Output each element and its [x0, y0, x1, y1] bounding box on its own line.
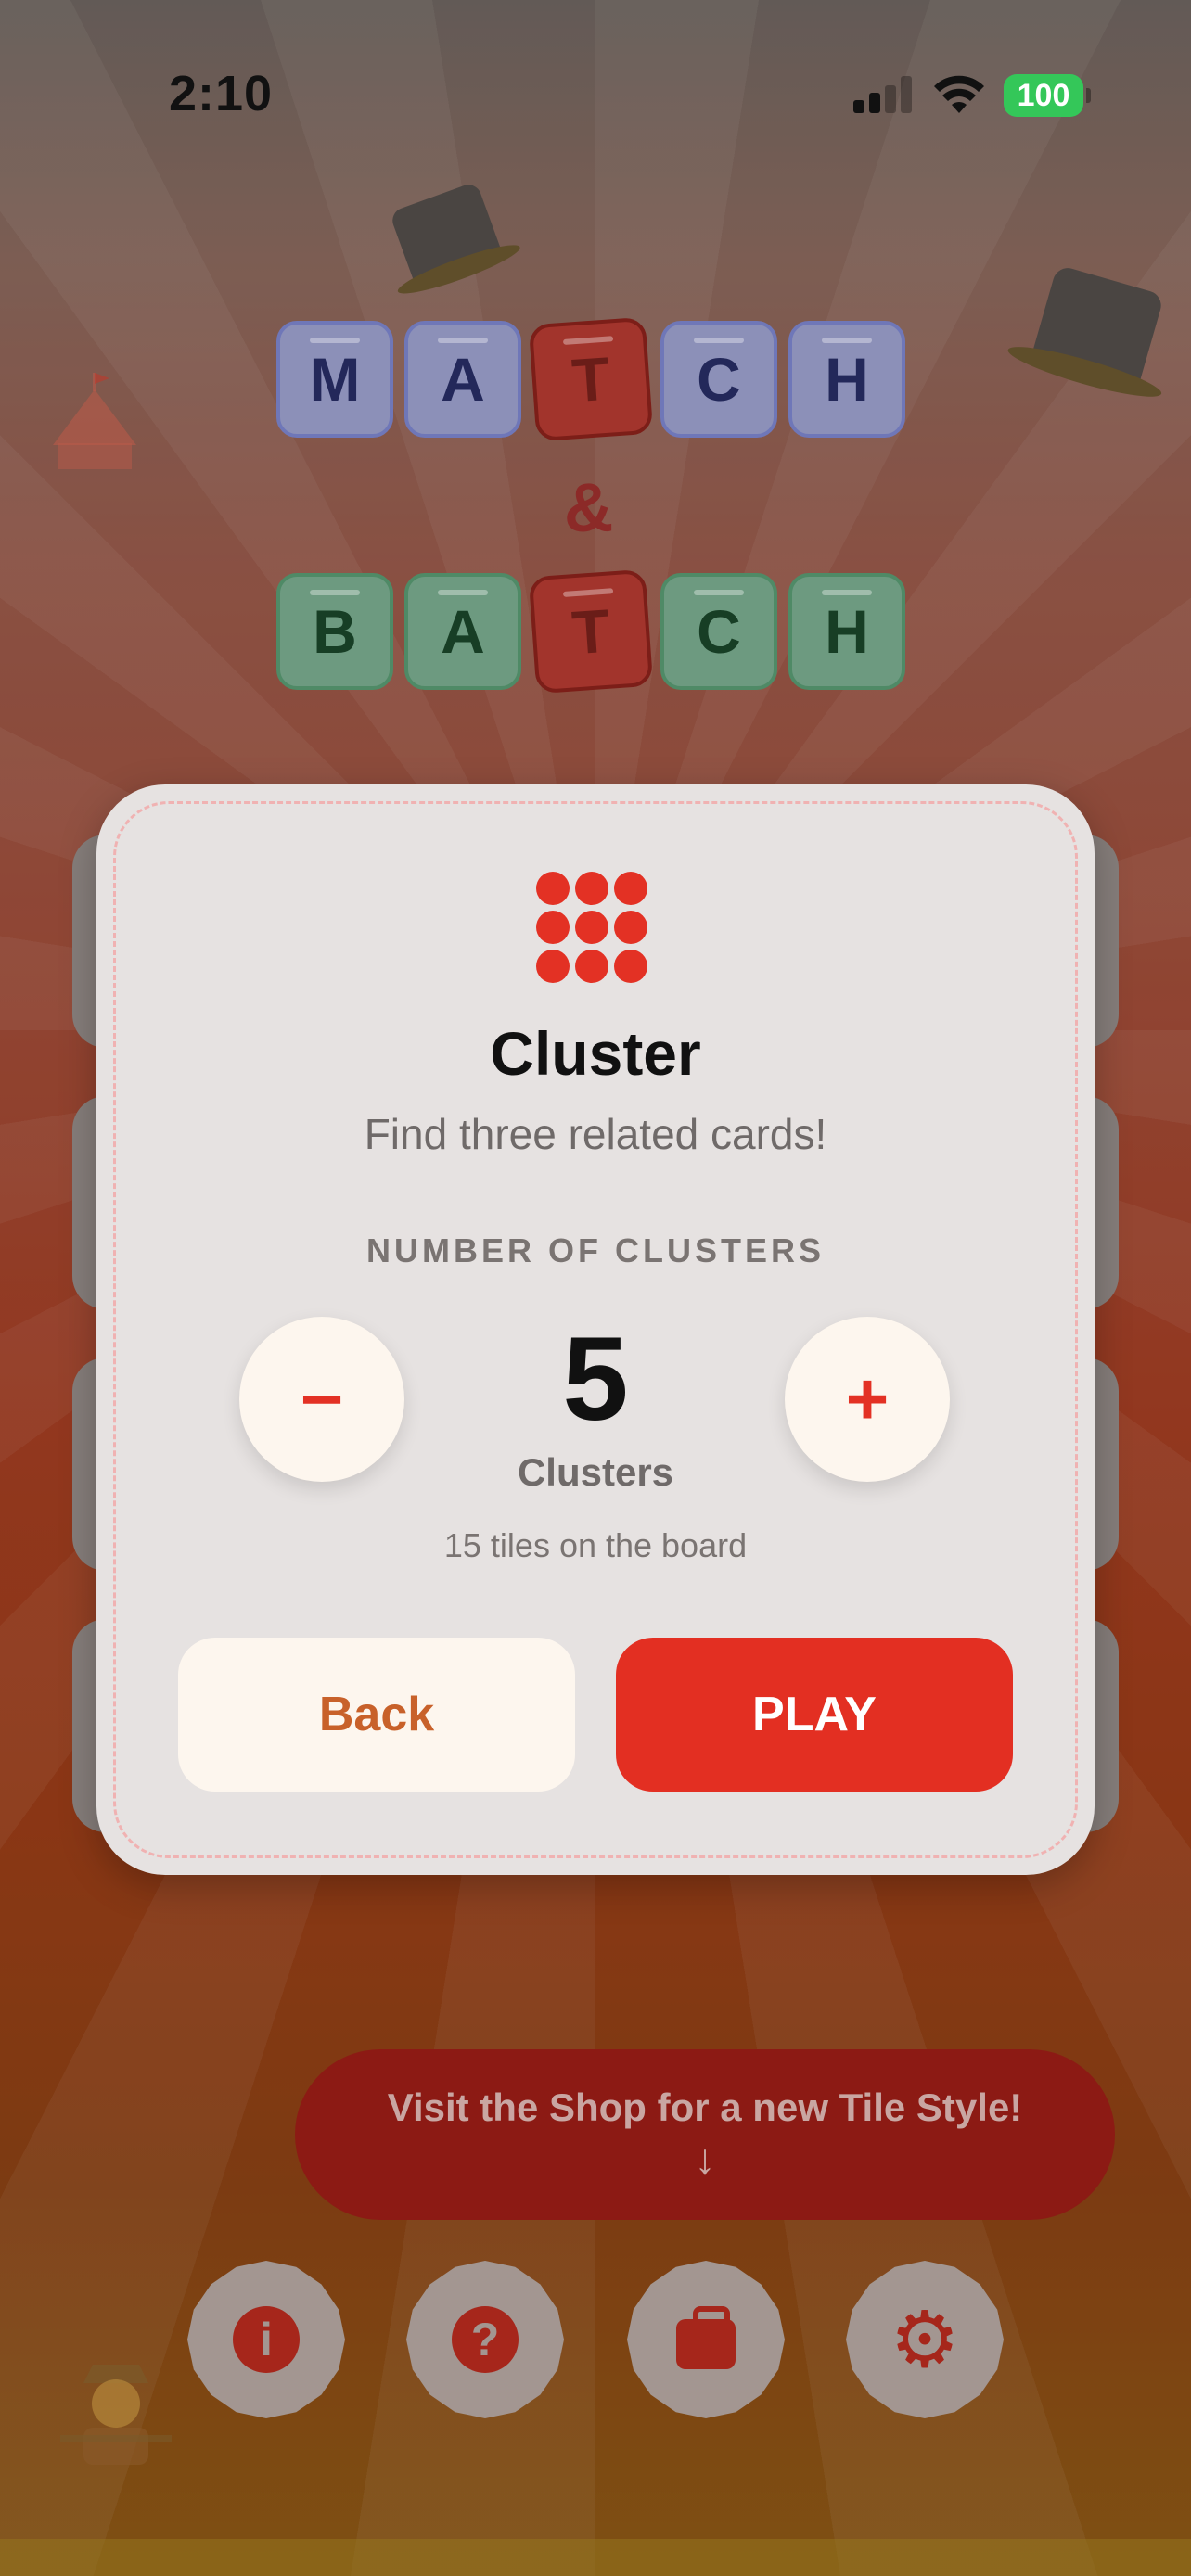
logo-tile: M [276, 321, 393, 438]
logo-match-row: M A T C H [276, 316, 905, 442]
modal-title: Cluster [490, 1019, 701, 1088]
circus-tent-icon [53, 373, 136, 469]
shop-bag-icon [676, 2306, 736, 2369]
logo-batch-row: B A T C H [276, 568, 905, 695]
cluster-dots-icon [536, 872, 655, 990]
info-icon: i [233, 2306, 300, 2373]
scarecrow-icon [60, 2365, 172, 2465]
modal-subtitle: Find three related cards! [364, 1110, 827, 1158]
play-button[interactable]: PLAY [616, 1638, 1013, 1792]
logo-tile: C [660, 321, 777, 438]
cluster-setup-modal: Cluster Find three related cards! NUMBER… [96, 784, 1095, 1875]
help-icon: ? [452, 2306, 519, 2373]
hat-icon [1031, 264, 1165, 385]
logo-tile: B [276, 573, 393, 690]
info-button[interactable]: i [187, 2261, 345, 2418]
logo-tile: T [528, 568, 654, 695]
wifi-icon [934, 75, 984, 113]
hat-icon [389, 181, 502, 283]
logo-tile: H [788, 573, 905, 690]
status-time: 2:10 [169, 66, 274, 121]
help-button[interactable]: ? [406, 2261, 564, 2418]
arrow-down-icon: ↓ [694, 2135, 716, 2183]
logo-tile: H [788, 321, 905, 438]
logo-tile: A [404, 573, 521, 690]
shop-button[interactable] [627, 2261, 785, 2418]
tiles-on-board-note: 15 tiles on the board [443, 1526, 748, 1564]
logo-tile: C [660, 573, 777, 690]
logo-ampersand: & [564, 469, 614, 546]
shop-banner[interactable]: Visit the Shop for a new Tile Style! ↓ [295, 2049, 1115, 2220]
battery-indicator: 100 [1004, 74, 1091, 117]
settings-gear-icon: ⚙ [890, 2296, 960, 2383]
back-button[interactable]: Back [178, 1638, 575, 1792]
clusters-section-label: NUMBER OF CLUSTERS [366, 1231, 825, 1269]
plus-icon: + [845, 1358, 890, 1440]
cellular-signal-icon [853, 76, 913, 113]
logo-tile: T [528, 316, 654, 442]
ground-strip [0, 2539, 1191, 2576]
cluster-count-unit: Clusters [517, 1450, 674, 1494]
shop-banner-text: Visit the Shop for a new Tile Style! [387, 2085, 1023, 2129]
logo-tile: A [404, 321, 521, 438]
settings-button[interactable]: ⚙ [846, 2261, 1004, 2418]
